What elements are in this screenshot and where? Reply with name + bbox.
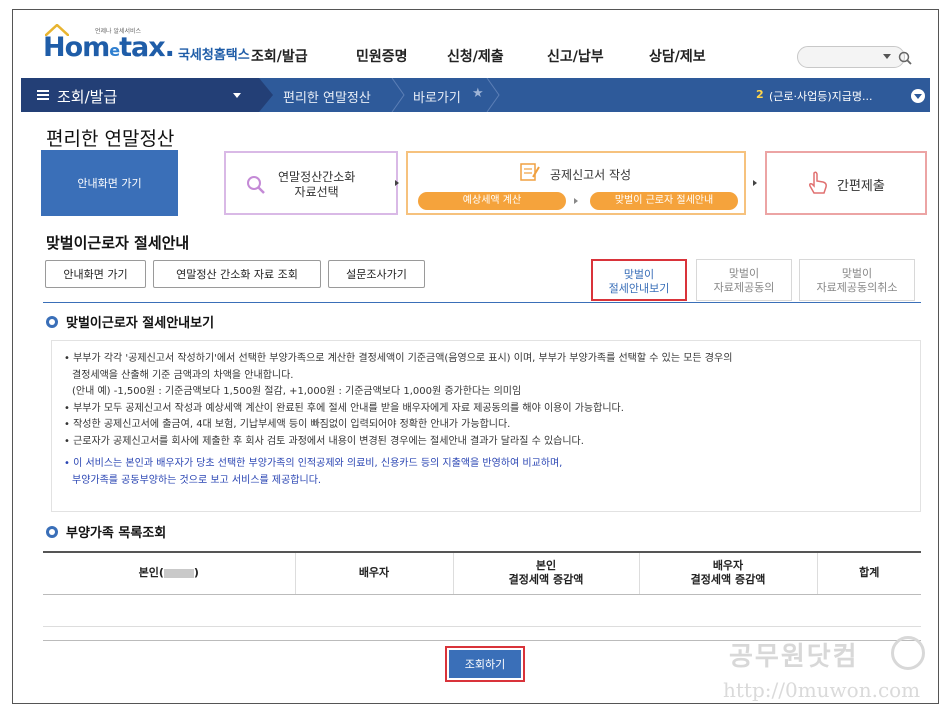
gnb-consult[interactable]: 상담/제보 [649, 46, 706, 66]
gnb-certificate[interactable]: 민원증명 [356, 46, 408, 66]
gnb-application[interactable]: 신청/제출 [447, 46, 504, 66]
info-line: • 작성한 공제신고서에 출금여, 4대 보험, 기납부세액 등이 빠짐없이 입… [64, 419, 511, 430]
notice-ticker[interactable]: (근로·사업등)지급명... [769, 88, 873, 104]
chevron-down-icon [233, 93, 241, 98]
col-self: 본인() [43, 551, 295, 595]
col-spouse: 배우자 [294, 551, 453, 595]
notice-expand-icon[interactable] [911, 89, 925, 103]
info-note: • 이 서비스는 본인과 배우자가 당초 선택한 부양가족의 인적공제와 의료비… [64, 458, 563, 469]
menu-dropdown-label: 조회/발급 [57, 88, 118, 106]
step-arrow-icon [753, 180, 757, 186]
col-self-tax: 본인 결정세액 증감액 [452, 551, 639, 595]
info-line: (안내 예) -1,500원 : 기준금액보다 1,500원 절감, +1,00… [72, 386, 522, 397]
table-row [43, 594, 921, 641]
tab-data-consent[interactable]: 맞벌이 자료제공동의 [696, 259, 792, 301]
info-line: • 근로자가 공제신고서를 회사에 제출한 후 회사 검토 과정에서 내용이 변… [64, 435, 584, 447]
logo-tagline: 언제나 알세서비스 [95, 28, 142, 35]
magnifier-icon [247, 176, 265, 194]
breadcrumb-separator-icon [486, 78, 500, 112]
pointing-hand-icon [809, 171, 827, 194]
section-title-dependents: 부양가족 목록조회 [46, 522, 166, 541]
redacted-name [163, 568, 194, 578]
logo-korean: 국세청홈택스 [177, 48, 250, 63]
tab-consent-cancel[interactable]: 맞벌이 자료제공동의취소 [799, 259, 915, 301]
guide-button[interactable]: 안내화면 가기 [45, 260, 146, 288]
col-total: 합계 [816, 551, 921, 595]
watermark-text: 공무원닷컴 [729, 642, 859, 672]
info-box: • 부부가 각각 '공제신고서 작성하기'에서 선택한 부양가족으로 계산한 결… [51, 340, 921, 512]
section-heading: 맞벌이근로자 절세안내 [46, 234, 190, 252]
search-dropdown-icon[interactable] [883, 54, 891, 59]
site-header: 언제나 알세서비스 Hometax. 국세청홈택스 조회/발급 민원증명 신청/… [13, 10, 938, 78]
step-simplified-data[interactable]: 연말정산간소화 자료선택 [224, 151, 398, 215]
bullet-icon [46, 525, 58, 538]
page-frame: 언제나 알세서비스 Hometax. 국세청홈택스 조회/발급 민원증명 신청/… [12, 9, 939, 704]
breadcrumb-year-end[interactable]: 편리한 연말정산 [283, 87, 371, 106]
hamburger-icon [37, 90, 49, 100]
query-button-label: 조회하기 [449, 650, 521, 678]
menu-dropdown[interactable]: 조회/발급 [21, 78, 259, 112]
info-line: 결정세액을 산출해 기준 금액과의 차액을 안내합니다. [72, 369, 294, 381]
bullet-icon [46, 315, 58, 328]
step-easy-submit-label: 간편제출 [837, 179, 885, 194]
house-roof-icon [45, 24, 69, 36]
watermark-url: http://0muwon.com [723, 678, 921, 702]
step-guide-button[interactable]: 안내화면 가기 [41, 150, 178, 216]
step-easy-submit[interactable]: 간편제출 [765, 151, 927, 215]
simplified-data-button[interactable]: 연말정산 간소화 자료 조회 [153, 260, 321, 288]
gnb-inquiry[interactable]: 조회/발급 [251, 46, 308, 66]
survey-button[interactable]: 설문조사가기 [328, 260, 425, 288]
watermark-logo-icon [891, 636, 925, 670]
document-edit-icon [520, 163, 540, 181]
breadcrumb-bar: 조회/발급 편리한 연말정산 바로가기 ★ 2 (근로·사업등)지급명... [21, 78, 930, 112]
hometax-logo[interactable]: 언제나 알세서비스 Hometax. 국세청홈택스 [43, 24, 250, 65]
dependents-table: 본인() 배우자 본인 결정세액 증감액 배우자 결정세액 증감액 합계 [43, 551, 921, 641]
tab-tax-guide[interactable]: 맞벌이 절세안내보기 [591, 259, 687, 301]
step-simplified-label: 연말정산간소화 자료선택 [278, 170, 356, 199]
query-button[interactable]: 조회하기 [445, 646, 525, 682]
estimated-tax-pill[interactable]: 예상세액 계산 [418, 192, 566, 210]
divider [43, 626, 921, 627]
logo-wordmark: Hometax. [43, 32, 175, 63]
favorite-star-icon[interactable]: ★ [472, 86, 484, 101]
info-line: • 부부가 모두 공제신고서 작성과 예상세액 계산이 완료된 후에 절세 안내… [64, 402, 624, 414]
gnb-filing[interactable]: 신고/납부 [547, 46, 604, 66]
info-line: • 부부가 각각 '공제신고서 작성하기'에서 선택한 부양가족으로 계산한 결… [64, 353, 733, 364]
col-spouse-tax: 배우자 결정세액 증감액 [638, 551, 817, 595]
step-deduction-form[interactable]: 공제신고서 작성 예상세액 계산 맞벌이 근로자 절세안내 [406, 151, 746, 215]
breadcrumb-separator-icon [391, 78, 405, 112]
pill-arrow-icon [574, 198, 578, 204]
info-note: 부양가족를 공동부양하는 것으로 보고 서비스를 제공합니다. [72, 474, 322, 486]
dual-income-pill[interactable]: 맞벌이 근로자 절세안내 [590, 192, 738, 210]
divider [43, 302, 921, 303]
page-title: 편리한 연말정산 [46, 128, 175, 150]
notice-count: 2 [756, 88, 764, 101]
step-arrow-icon [395, 180, 399, 186]
breadcrumb-separator-icon [259, 78, 273, 112]
step-deduction-label: 공제신고서 작성 [550, 168, 632, 182]
section-title-guide: 맞벌이근로자 절세안내보기 [46, 312, 214, 331]
search-icon[interactable] [897, 50, 913, 66]
breadcrumb-shortcut[interactable]: 바로가기 [413, 87, 461, 106]
